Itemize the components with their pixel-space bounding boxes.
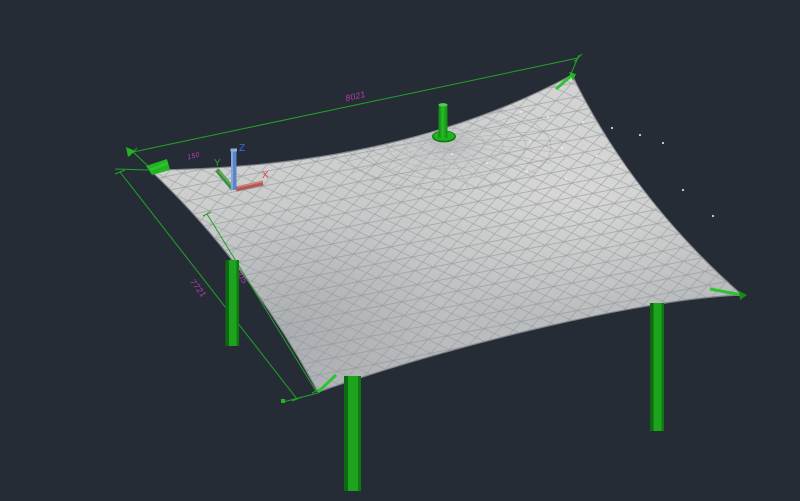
ucs-z-cap <box>231 149 238 152</box>
cad-viewport[interactable]: 8021 7721 905 150 <box>0 0 800 501</box>
ucs-x-label: X <box>262 170 269 181</box>
ucs-z-highlight <box>231 150 233 190</box>
mast-cap <box>439 103 448 106</box>
viewport-canvas[interactable]: 8021 7721 905 150 <box>0 0 800 501</box>
ucs-y-label: Y <box>214 158 221 169</box>
ucs-z-label: Z <box>239 143 245 154</box>
column-right[interactable] <box>650 303 664 431</box>
mast-shaft <box>439 105 448 139</box>
column-left[interactable] <box>226 260 240 346</box>
column-bottom[interactable] <box>344 376 361 491</box>
anchor-marker <box>281 399 285 403</box>
